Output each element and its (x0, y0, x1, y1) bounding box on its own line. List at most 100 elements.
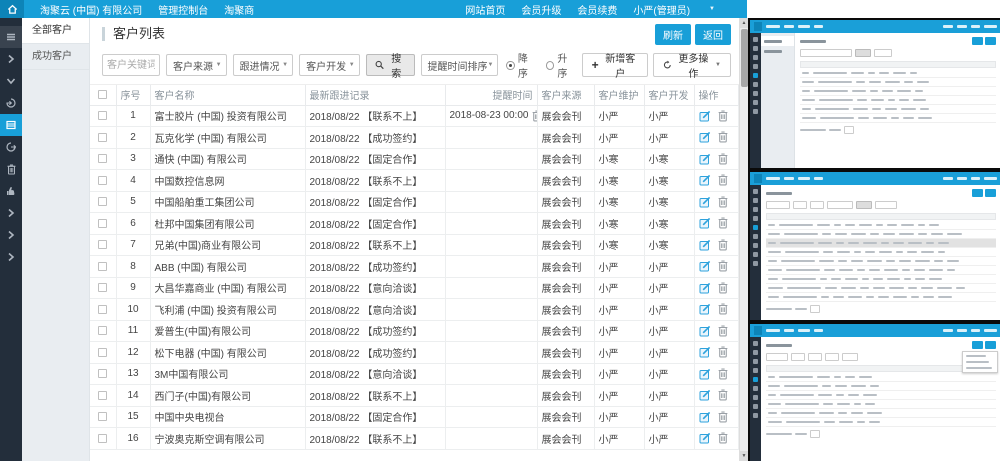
sign-in-icon[interactable] (0, 92, 22, 114)
chevron-right-icon[interactable] (0, 246, 22, 268)
sidebar-item-all-customers[interactable]: 全部客户 (22, 18, 89, 44)
delete-button[interactable] (718, 239, 728, 251)
operations-cell (694, 385, 738, 407)
select-all-checkbox[interactable] (98, 90, 107, 99)
add-customer-button[interactable]: + 新增客户 (582, 53, 648, 77)
operations-cell (694, 170, 738, 192)
edit-button[interactable] (699, 196, 711, 208)
edit-button[interactable] (699, 303, 711, 315)
scrollbar-thumb[interactable] (741, 29, 748, 87)
edit-button[interactable] (699, 389, 711, 401)
sort-select[interactable]: 提醒时间排序▼ (421, 54, 499, 76)
row-checkbox[interactable] (98, 326, 107, 335)
edit-button[interactable] (699, 325, 711, 337)
home-icon[interactable] (0, 0, 24, 18)
delete-button[interactable] (718, 432, 728, 444)
sign-out-icon[interactable] (0, 136, 22, 158)
delete-button[interactable] (718, 110, 728, 122)
delete-button[interactable] (718, 411, 728, 423)
vertical-scrollbar[interactable]: ▲ ▼ (739, 18, 748, 461)
navbar-renew-link[interactable]: 会员续费 (577, 2, 617, 17)
row-checkbox[interactable] (98, 240, 107, 249)
edit-button[interactable] (699, 131, 711, 143)
delete-button[interactable] (718, 282, 728, 294)
navbar-home-link[interactable]: 网站首页 (465, 2, 505, 17)
reminder-time-cell (445, 234, 537, 256)
row-checkbox[interactable] (98, 262, 107, 271)
row-checkbox[interactable] (98, 176, 107, 185)
edit-button[interactable] (699, 346, 711, 358)
followup-record: 2018/08/22 【固定合作】 (305, 213, 445, 235)
chevron-down-icon[interactable] (0, 70, 22, 92)
desc-radio[interactable]: 降序 (506, 50, 536, 80)
list-icon[interactable] (0, 114, 22, 136)
followup-select[interactable]: 跟进情况▼ (233, 54, 294, 76)
row-checkbox[interactable] (98, 111, 107, 120)
delete-button[interactable] (718, 217, 728, 229)
row-checkbox[interactable] (98, 283, 107, 292)
more-actions-button[interactable]: 更多操作 ▼ (653, 53, 731, 77)
asc-radio[interactable]: 升序 (546, 50, 576, 80)
delete-button[interactable] (718, 346, 728, 358)
delete-button[interactable] (718, 174, 728, 186)
chevron-right-icon[interactable] (0, 202, 22, 224)
edit-button[interactable] (699, 411, 711, 423)
delete-button[interactable] (718, 303, 728, 315)
navbar-company[interactable]: 淘聚云 (中国) 有限公司 (40, 2, 142, 17)
mini-cell-text (854, 251, 861, 253)
delete-button[interactable] (718, 368, 728, 380)
navbar-upgrade-link[interactable]: 会员升级 (521, 2, 561, 17)
delete-button[interactable] (718, 389, 728, 401)
edit-button[interactable] (699, 282, 711, 294)
mini-cell-text (881, 242, 889, 244)
row-checkbox[interactable] (98, 369, 107, 378)
chevron-right-icon[interactable] (0, 224, 22, 246)
sidebar-item-success-customers[interactable]: 成功客户 (22, 44, 89, 70)
edit-button[interactable] (699, 239, 711, 251)
delete-button[interactable] (718, 153, 728, 165)
delete-button[interactable] (718, 260, 728, 272)
row-checkbox[interactable] (98, 154, 107, 163)
row-checkbox[interactable] (98, 412, 107, 421)
edit-button[interactable] (699, 368, 711, 380)
thumbs-up-icon[interactable] (0, 180, 22, 202)
row-checkbox[interactable] (98, 133, 107, 142)
edit-button[interactable] (699, 110, 711, 122)
search-icon (375, 60, 384, 70)
chevron-right-icon[interactable] (0, 48, 22, 70)
edit-button[interactable] (699, 432, 711, 444)
navbar-shop[interactable]: 淘聚商 (224, 2, 254, 17)
row-checkbox[interactable] (98, 197, 107, 206)
reminder-delete-button[interactable] (532, 110, 537, 122)
mini-pagination-text (766, 308, 792, 310)
navbar-console[interactable]: 管理控制台 (158, 2, 208, 17)
column-header: 操作 (694, 85, 738, 105)
row-checkbox[interactable] (98, 391, 107, 400)
row-checkbox[interactable] (98, 348, 107, 357)
user-menu[interactable]: 小严(管理员) ▼ (633, 2, 731, 17)
mini-cell-text (918, 233, 927, 235)
keyword-input[interactable] (102, 54, 160, 76)
refresh-button[interactable]: 刷新 (655, 24, 691, 45)
delete-button[interactable] (718, 131, 728, 143)
edit-button[interactable] (699, 153, 711, 165)
row-checkbox[interactable] (98, 219, 107, 228)
edit-button[interactable] (699, 217, 711, 229)
source-select[interactable]: 客户来源▼ (166, 54, 227, 76)
delete-button[interactable] (718, 196, 728, 208)
trash-icon[interactable] (0, 158, 22, 180)
chevron-down-icon: ▼ (488, 62, 494, 68)
mini-sidebar (750, 185, 761, 320)
row-checkbox[interactable] (98, 305, 107, 314)
back-button[interactable]: 返回 (695, 24, 731, 45)
menu-icon[interactable] (0, 26, 22, 48)
row-checkbox[interactable] (98, 434, 107, 443)
edit-button[interactable] (699, 260, 711, 272)
delete-button[interactable] (718, 325, 728, 337)
edit-icon (699, 217, 711, 229)
edit-button[interactable] (699, 174, 711, 186)
customer-name: 中国数控信息网 (150, 170, 305, 192)
search-button[interactable]: 搜索 (366, 54, 415, 76)
mini-pagination-text (800, 129, 826, 131)
develop-select[interactable]: 客户开发▼ (299, 54, 360, 76)
